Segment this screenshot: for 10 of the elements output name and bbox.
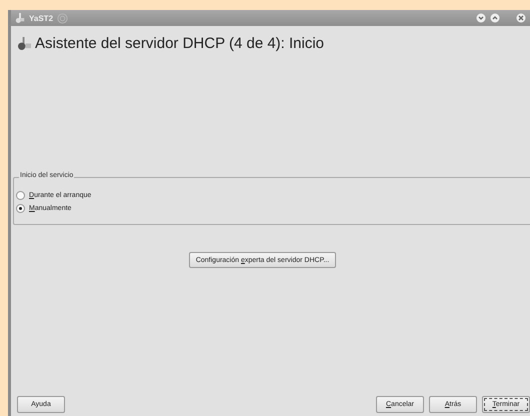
page-heading: Asistente del servidor DHCP (4 de 4): Inicio bbox=[35, 35, 324, 52]
radio-button[interactable] bbox=[16, 204, 25, 213]
app-icon bbox=[15, 13, 25, 23]
window-title: YaST2 bbox=[29, 14, 54, 22]
app-icon bbox=[17, 37, 32, 50]
close-button[interactable] bbox=[516, 13, 526, 23]
maximize-button[interactable] bbox=[490, 13, 500, 23]
minimize-button[interactable] bbox=[476, 13, 486, 23]
radio-button[interactable] bbox=[16, 191, 25, 200]
swirl-icon bbox=[57, 12, 68, 24]
